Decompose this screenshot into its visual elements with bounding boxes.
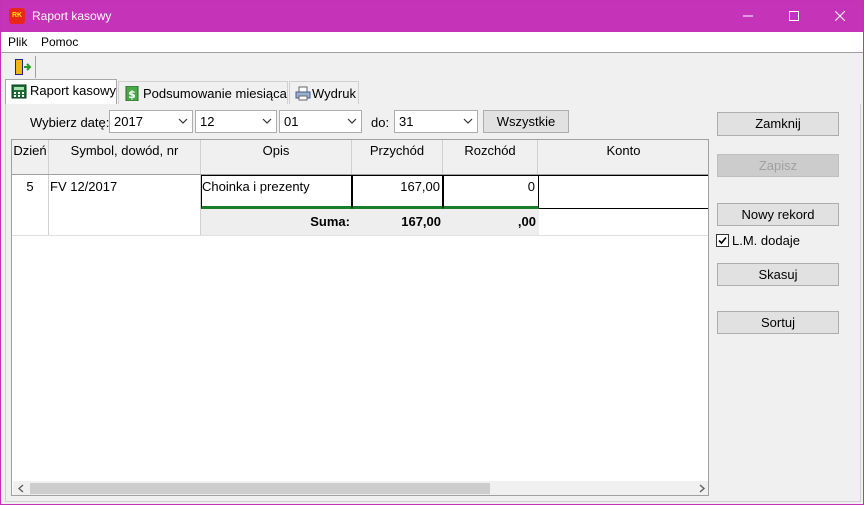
title-bar[interactable]: RK Raport kasowy (1, 1, 863, 32)
chevron-down-icon (262, 118, 272, 124)
all-button[interactable]: Wszystkie (483, 110, 569, 133)
app-icon: RK (9, 8, 25, 24)
column-header-income[interactable]: Przychód (352, 140, 443, 174)
day-to-value: 31 (399, 114, 414, 129)
lm-adds-label: L.M. dodaje (732, 233, 800, 248)
month-select[interactable]: 12 (195, 110, 277, 133)
new-record-button[interactable]: Nowy rekord (717, 203, 839, 226)
toolbar (1, 52, 863, 79)
scrollbar-thumb[interactable] (30, 483, 490, 494)
summary-expense: ,00 (443, 209, 539, 235)
column-header-expense[interactable]: Rozchód (443, 140, 538, 174)
scroll-right-icon[interactable] (698, 484, 706, 493)
year-value: 2017 (114, 114, 143, 129)
menu-help[interactable]: Pomoc (41, 35, 78, 49)
day-from-select[interactable]: 01 (279, 110, 362, 133)
printer-icon (295, 86, 311, 101)
column-header-symbol[interactable]: Symbol, dowód, nr (49, 140, 201, 174)
cash-report-grid[interactable]: Dzień Symbol, dowód, nr Opis Przychód Ro… (11, 139, 709, 496)
exit-button[interactable] (8, 56, 36, 78)
cell-expense[interactable]: 0 (443, 175, 539, 209)
main-window: RK Raport kasowy Plik Pomoc Raport kasow… (0, 0, 864, 505)
chevron-down-icon (463, 118, 473, 124)
horizontal-scrollbar[interactable] (13, 481, 708, 495)
grid-header: Dzień Symbol, dowód, nr Opis Przychód Ro… (12, 140, 708, 174)
minimize-button[interactable] (725, 1, 771, 32)
save-button[interactable]: Zapisz (717, 154, 839, 177)
maximize-button[interactable] (771, 1, 817, 32)
checkmark-icon (718, 236, 727, 245)
maximize-icon (789, 11, 799, 21)
tab-strip: Raport kasowy $ Podsumowanie miesiąca Wy… (1, 79, 863, 105)
minimize-icon (743, 15, 753, 17)
summary-label: Suma: (201, 209, 352, 235)
summary-spacer (49, 209, 201, 235)
month-value: 12 (200, 114, 215, 129)
summary-income: 167,00 (352, 209, 443, 235)
column-header-account[interactable]: Konto (538, 140, 708, 174)
column-header-day[interactable]: Dzień (12, 140, 49, 174)
summary-spacer (12, 209, 49, 235)
day-to-select[interactable]: 31 (394, 110, 478, 133)
exit-door-icon (15, 59, 32, 75)
year-select[interactable]: 2017 (109, 110, 193, 133)
scroll-left-icon[interactable] (17, 484, 25, 493)
cell-income[interactable]: 167,00 (352, 175, 443, 209)
chevron-down-icon (178, 118, 188, 124)
delete-button[interactable]: Skasuj (717, 263, 839, 286)
close-icon (835, 11, 845, 21)
tab-label: Wydruk (312, 86, 356, 101)
lm-adds-checkbox[interactable] (716, 234, 729, 247)
day-from-value: 01 (284, 114, 299, 129)
cell-description[interactable]: Choinka i prezenty (201, 175, 352, 209)
to-label: do: (371, 115, 390, 130)
tab-cash-report[interactable]: Raport kasowy (5, 79, 117, 105)
window-title: Raport kasowy (32, 9, 112, 23)
close-window-button[interactable] (817, 1, 863, 32)
tab-print[interactable]: Wydruk (289, 81, 359, 104)
row-divider (12, 235, 708, 236)
dollar-icon: $ (125, 86, 139, 101)
svg-text:$: $ (128, 88, 136, 101)
cell-symbol[interactable]: FV 12/2017 (49, 175, 201, 209)
sort-button[interactable]: Sortuj (717, 311, 839, 334)
table-row[interactable]: 5 FV 12/2017 Choinka i prezenty 167,00 0 (12, 175, 708, 209)
date-label: Wybierz datę: (30, 115, 110, 130)
column-header-description[interactable]: Opis (201, 140, 352, 174)
menu-bar: Plik Pomoc (1, 32, 863, 52)
close-button[interactable]: Zamknij (717, 112, 839, 136)
tab-month-summary[interactable]: $ Podsumowanie miesiąca (118, 81, 288, 104)
cell-day[interactable]: 5 (12, 175, 49, 209)
tab-label: Raport kasowy (30, 83, 116, 98)
calculator-icon (11, 84, 27, 99)
chevron-down-icon (347, 118, 357, 124)
menu-file[interactable]: Plik (8, 35, 27, 49)
tab-label: Podsumowanie miesiąca (143, 86, 287, 101)
cell-account[interactable] (539, 175, 708, 209)
summary-row: Suma: 167,00 ,00 (12, 209, 708, 235)
